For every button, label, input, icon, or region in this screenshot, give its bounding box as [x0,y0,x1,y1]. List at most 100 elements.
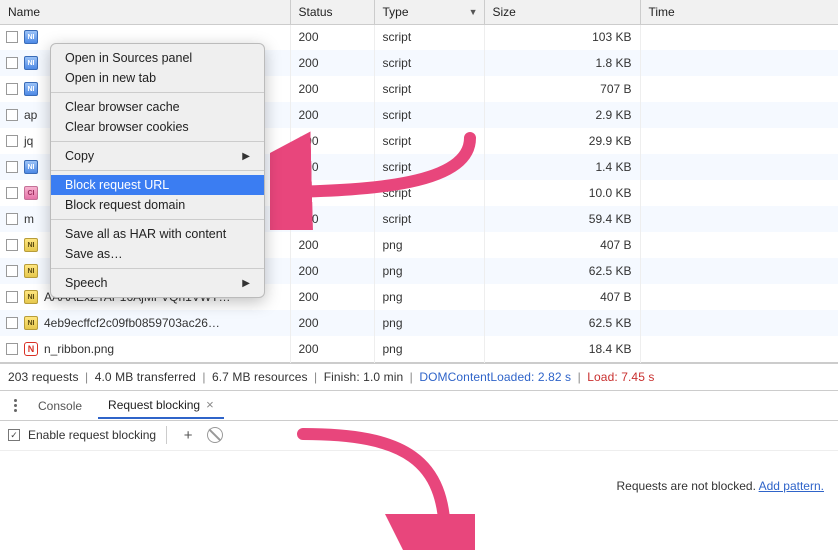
separator: | [578,370,581,384]
type-cell: script [374,76,484,102]
size-cell: 1.8 KB [493,56,632,70]
row-checkbox[interactable] [6,291,18,303]
ctx-clear-cookies[interactable]: Clear browser cookies [51,117,264,137]
ctx-open-new-tab[interactable]: Open in new tab [51,68,264,88]
time-cell [640,310,838,336]
separator: | [202,370,205,384]
ctx-block-url[interactable]: Block request URL [51,175,264,195]
type-cell: script [374,128,484,154]
ctx-copy[interactable]: Copy ▶ [51,146,264,166]
row-checkbox[interactable] [6,187,18,199]
submenu-arrow-icon: ▶ [242,278,250,289]
blocking-status-text: Requests are not blocked. [617,479,756,493]
row-checkbox[interactable] [6,57,18,69]
tab-request-blocking[interactable]: Request blocking × [98,392,224,419]
request-name: m [24,212,34,226]
ctx-open-sources[interactable]: Open in Sources panel [51,48,264,68]
size-cell: 10.0 KB [493,186,632,200]
status-cell: 200 [290,102,374,128]
col-time[interactable]: Time [640,0,838,24]
row-checkbox[interactable] [6,109,18,121]
status-cell: 200 [290,154,374,180]
time-cell [640,154,838,180]
close-icon[interactable]: × [206,398,214,411]
file-type-icon: NI [24,316,38,330]
enable-blocking-label: Enable request blocking [28,428,156,442]
size-cell: 29.9 KB [493,134,632,148]
status-dcl: DOMContentLoaded: 2.82 s [419,370,571,384]
type-cell: png [374,310,484,336]
divider [166,426,167,444]
status-cell: 200 [290,128,374,154]
type-cell: png [374,284,484,310]
type-cell: script [374,154,484,180]
file-type-icon: NI [24,264,38,278]
ctx-block-domain[interactable]: Block request domain [51,195,264,215]
file-type-icon: NI [24,30,38,44]
ctx-separator [51,141,264,142]
status-cell: 200 [290,336,374,362]
table-row[interactable]: NI4eb9ecffcf2c09fb0859703ac26…200png62.5… [0,310,838,336]
submenu-arrow-icon: ▶ [242,151,250,162]
status-cell: 200 [290,24,374,50]
time-cell [640,180,838,206]
status-cell: 200 [290,284,374,310]
row-checkbox[interactable] [6,161,18,173]
type-cell: script [374,180,484,206]
time-cell [640,50,838,76]
row-checkbox[interactable] [6,239,18,251]
add-pattern-link[interactable]: Add pattern. [759,479,824,493]
enable-blocking-checkbox[interactable]: ✓ [8,429,20,441]
col-type-label: Type [383,5,409,19]
row-checkbox[interactable] [6,213,18,225]
tab-console[interactable]: Console [28,393,92,418]
col-name[interactable]: Name [0,0,290,24]
status-resources: 6.7 MB resources [212,370,308,384]
row-checkbox[interactable] [6,343,18,355]
request-name: n_ribbon.png [44,342,114,356]
type-cell: script [374,206,484,232]
ctx-save-har[interactable]: Save all as HAR with content [51,224,264,244]
kebab-menu-icon[interactable] [8,395,22,416]
sort-desc-icon: ▼ [469,7,478,17]
row-checkbox[interactable] [6,265,18,277]
table-row[interactable]: Nn_ribbon.png200png18.4 KB [0,336,838,362]
time-cell [640,284,838,310]
ctx-save-as[interactable]: Save as… [51,244,264,264]
size-cell: 1.4 KB [493,160,632,174]
row-checkbox[interactable] [6,317,18,329]
type-cell: script [374,50,484,76]
ctx-clear-cache[interactable]: Clear browser cache [51,97,264,117]
type-cell: png [374,232,484,258]
status-cell: 200 [290,310,374,336]
status-cell: 200 [290,232,374,258]
type-cell: script [374,102,484,128]
request-name: jq [24,134,33,148]
col-type[interactable]: Type ▼ [374,0,484,24]
type-cell: png [374,336,484,362]
col-size[interactable]: Size [484,0,640,24]
ctx-speech-label: Speech [65,276,107,290]
ctx-copy-label: Copy [65,149,94,163]
size-cell: 59.4 KB [493,212,632,226]
col-status[interactable]: Status [290,0,374,24]
ctx-separator [51,170,264,171]
size-cell: 62.5 KB [493,264,632,278]
separator: | [314,370,317,384]
ctx-separator [51,92,264,93]
size-cell: 2.9 KB [493,108,632,122]
file-type-icon: CI [24,186,38,200]
add-pattern-icon[interactable]: + [177,424,199,446]
file-type-icon: NI [24,82,38,96]
status-transferred: 4.0 MB transferred [95,370,196,384]
row-checkbox[interactable] [6,83,18,95]
row-checkbox[interactable] [6,135,18,147]
type-cell: png [374,258,484,284]
size-cell: 707 B [493,82,632,96]
clear-patterns-icon[interactable] [207,427,223,443]
row-checkbox[interactable] [6,31,18,43]
file-type-icon: N [24,342,38,356]
drawer-header: Console Request blocking × [0,391,838,421]
size-cell: 407 B [493,290,632,304]
ctx-speech[interactable]: Speech ▶ [51,273,264,293]
